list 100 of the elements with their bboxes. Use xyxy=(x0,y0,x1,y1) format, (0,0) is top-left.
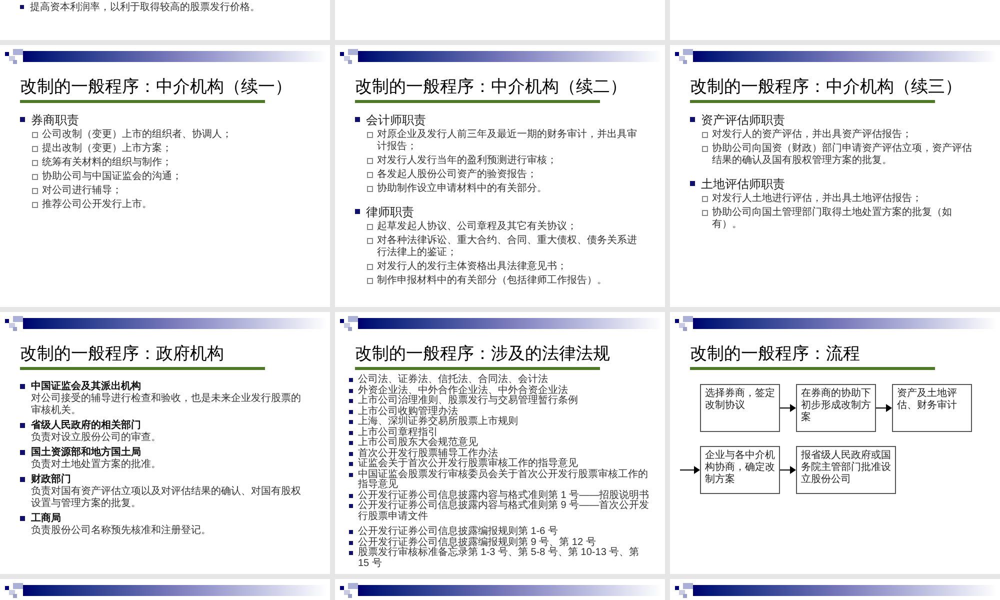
bullet-icon xyxy=(20,423,25,428)
slide-title: 改制的一般程序：中介机构（续三） xyxy=(690,77,963,97)
bullet-icon xyxy=(20,516,25,521)
list-item-text: 协助公司向国资（财政）部门申请资产评估立项，资产评估结果的确认及国有股权管理方案的批复。 xyxy=(712,143,973,167)
list-item-text: 制作申报材料中的有关部分（包括律师工作报告）。 xyxy=(377,275,607,287)
bullet-text: 提高资本利润率，以利于取得较高的股票发行价格。 xyxy=(30,2,260,13)
header-decoration-drawing xyxy=(673,582,693,599)
list-item-text: 协助公司与中国证监会的沟通； xyxy=(42,171,182,183)
law-item: 上海、深圳证券交易所股票上市规则 xyxy=(358,417,518,427)
slide-card[interactable]: 改制的一般程序：中介机构（续三） 资产评估师职责 对发行人的资产评估，并出具资产评估报告； 协助公司向国资（财政）部门申请资产评估立项，资产评估结果的确认及国有股权管理方案的批复。 土地评估师职责 对发行人土地进行评估，并出具土地评估报告； 协助公司向国土管理部门取得土地处置方案的批复（如有）。 xyxy=(670,45,1000,307)
bullet-icon xyxy=(349,504,353,508)
slide-card[interactable]: 提高资本利润率，以利于取得较高的股票发行价格。 xyxy=(0,0,330,40)
square-bullet-icon xyxy=(702,196,708,202)
slide-card[interactable] xyxy=(0,579,330,600)
slide-title: 改制的一般程序：中介机构（续二） xyxy=(355,77,628,97)
list-item-text: 提出改制（变更）上市方案； xyxy=(42,143,172,155)
flow-step: 报省级人民政府或国务院主管部门批准设立股份公司 xyxy=(796,446,896,494)
header-decoration-drawing xyxy=(338,48,358,65)
law-item: 首次公开发行股票辅导工作办法 xyxy=(358,448,498,458)
list-item-text: 对发行人的发行主体资格出具法律意见书； xyxy=(377,261,567,273)
bullet-icon xyxy=(349,399,353,403)
list-item-text: 对发行人的资产评估，并出具资产评估报告； xyxy=(712,129,912,141)
list-item-text: 推荐公司公开发行上市。 xyxy=(42,199,152,211)
slide-card[interactable]: 改制的一般程序：政府机构 中国证监会及其派出机构 对公司接受的辅导进行检查和验收，也是未来企业发行股票的审核机关。 省级人民政府的相关部门 负责对设立股份公司的审查。 国土资源部和地方国土局 负责对土地处置方案的批准。 财政部门 负责对国有资产评估立项以及对评估结果的确认、对国有股权设置与管理方案的批复。 工商局 负责股份公司名称预先核准和注册登记。 xyxy=(0,312,330,574)
list-item-text: 各发起人股份公司资产的验资报告； xyxy=(377,169,537,181)
bullet-icon xyxy=(349,378,353,382)
list-item-text: 对公司进行辅导； xyxy=(42,185,122,197)
header-decoration-drawing xyxy=(338,582,358,599)
section-heading: 会计师职责 xyxy=(366,113,426,127)
flow-arrow xyxy=(780,404,796,412)
bullet-icon xyxy=(349,430,353,434)
bullet-icon xyxy=(349,551,353,555)
slide-card[interactable] xyxy=(670,579,1000,600)
bullet-icon xyxy=(349,462,353,466)
list-item-text: 对原企业及发行人前三年及最近一期的财务审计，并出具审计报告； xyxy=(377,129,638,153)
square-bullet-icon xyxy=(367,278,373,284)
list-item-text: 统筹有关材料的组织与制作； xyxy=(42,157,172,169)
bullet-icon xyxy=(690,117,695,122)
slide-title: 改制的一般程序：中介机构（续一） xyxy=(20,77,293,97)
law-item: 外资企业法、中外合作企业法、中外合资企业法 xyxy=(358,386,568,396)
section-heading: 土地评估师职责 xyxy=(701,177,785,191)
square-bullet-icon xyxy=(367,132,373,138)
agency-heading: 财政部门 xyxy=(31,473,71,486)
list-item-text: 协助制作设立申请材料中的有关部分。 xyxy=(377,183,547,195)
bullet-icon xyxy=(349,540,353,544)
law-item: 公开发行证券公司信息披露编报规则第 9 号、第 12 号 xyxy=(358,538,596,548)
law-item: 公开发行证券公司信息披露内容与格式准则第 1 号——招股说明书 xyxy=(358,490,650,500)
slide-card[interactable] xyxy=(335,579,665,600)
header-decoration-drawing xyxy=(3,582,23,599)
bullet-icon xyxy=(20,450,25,455)
bullet-icon xyxy=(355,209,360,214)
law-item: 上市公司章程指引 xyxy=(358,428,438,438)
square-bullet-icon xyxy=(367,172,373,178)
flow-arrow xyxy=(876,404,892,412)
slide-card[interactable] xyxy=(335,45,665,307)
bullet-icon xyxy=(349,452,353,456)
square-bullet-icon xyxy=(32,174,38,180)
list-item-text: 对发行人土地进行评估，并出具土地评估报告； xyxy=(712,193,922,205)
flow-arrow xyxy=(780,466,796,474)
flow-arrow xyxy=(680,466,700,474)
bullet-icon xyxy=(20,117,25,122)
square-bullet-icon xyxy=(32,202,38,208)
bullet-icon xyxy=(355,117,360,122)
agency-heading: 中国证监会及其派出机构 xyxy=(31,380,141,392)
header-decoration-drawing xyxy=(673,48,693,65)
square-bullet-icon xyxy=(367,238,373,244)
agency-heading: 工商局 xyxy=(31,512,61,524)
bullet-icon xyxy=(20,384,25,389)
square-bullet-icon xyxy=(32,188,38,194)
header-decoration-drawing xyxy=(673,315,693,332)
slide-title: 改制的一般程序：政府机构 xyxy=(20,344,225,364)
flow-step: 在券商的协助下初步形成改制方案 xyxy=(796,384,876,432)
square-bullet-icon xyxy=(367,264,373,270)
law-item: 证监会关于首次公开发行股票审核工作的指导意见 xyxy=(358,459,578,469)
bullet-icon xyxy=(349,494,353,498)
law-item: 上市公司收购管理办法 xyxy=(358,406,458,416)
slide-card[interactable]: 改制的一般程序：流程 选择券商，签定改制协议 在券商的协助下初步形成改制方案 资产及土地评估、财务审计 企业与各中介机构协商，确定改制方案 报省级人民政府或国务院主管部门批准设立股份公司 xyxy=(670,312,1000,574)
header-decoration-drawing xyxy=(338,315,358,332)
bullet-icon xyxy=(20,477,25,482)
bullet-icon xyxy=(349,472,353,476)
slide-card[interactable] xyxy=(335,312,665,574)
flow-step: 企业与各中介机构协商，确定改制方案 xyxy=(700,446,780,494)
law-item: 公开发行证券公司信息披露内容与格式准则第 9 号——首次公开发行股票申请文件 xyxy=(358,501,650,522)
bullet-icon xyxy=(690,181,695,186)
bullet-icon xyxy=(349,530,353,534)
list-item-text: 起草发起人协议、公司章程及其它有关协议； xyxy=(377,221,577,233)
header-decoration-drawing xyxy=(3,315,23,332)
square-bullet-icon xyxy=(702,132,708,138)
header-decoration-drawing xyxy=(3,48,23,65)
flow-step: 资产及土地评估、财务审计 xyxy=(892,384,972,432)
agency-description: 对公司接受的辅导进行检查和验收，也是未来企业发行股票的审核机关。 xyxy=(30,393,302,417)
slide-card[interactable]: 改制的一般程序：中介机构（续一） 券商职责 公司改制（变更）上市的组织者、协调人； 提出改制（变更）上市方案； 统筹有关材料的组织与制作； 协助公司与中国证监会的沟通； 对公司进行辅导； 推荐公司公开发行上市。 xyxy=(0,45,330,307)
square-bullet-icon xyxy=(702,210,708,216)
agency-description: 负责对设立股份公司的审查。 xyxy=(30,432,162,444)
section-heading: 资产评估师职责 xyxy=(701,113,785,127)
law-item: 公司法、证券法、信托法、合同法、会计法 xyxy=(358,375,548,385)
bullet-icon xyxy=(20,5,24,9)
law-item: 上市公司股东大会规范意见 xyxy=(358,438,478,448)
square-bullet-icon xyxy=(367,158,373,164)
law-item: 股票发行审核标准备忘录第 1-3 号、第 5-8 号、第 10-13 号、第 15 号 xyxy=(358,548,640,569)
